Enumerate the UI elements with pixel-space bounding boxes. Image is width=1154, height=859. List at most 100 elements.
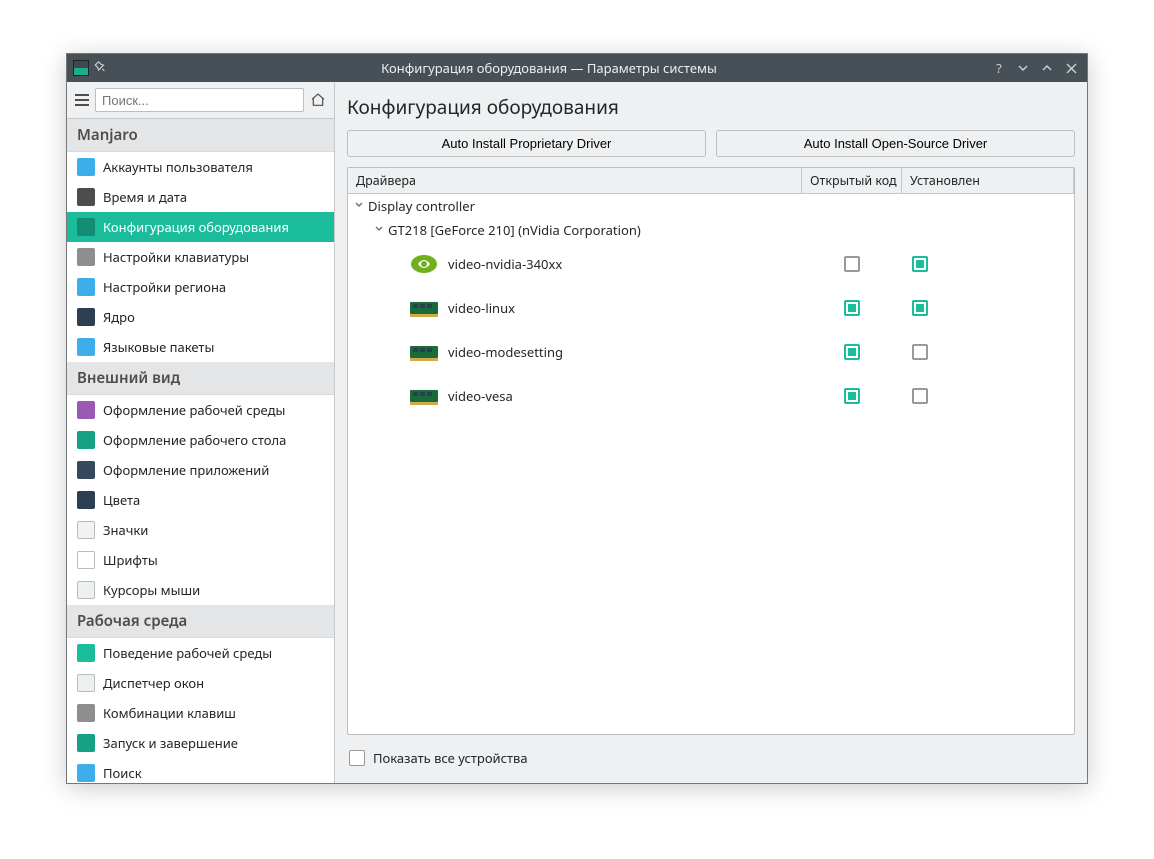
nav-item-label: Комбинации клавиш (103, 704, 236, 722)
nav-item-label: Значки (103, 521, 148, 539)
driver-name: video-modesetting (448, 343, 563, 361)
checkbox[interactable] (844, 300, 860, 316)
category-header: Рабочая среда (67, 605, 334, 638)
tree-root-label[interactable]: Display controller (368, 197, 475, 215)
checkbox[interactable] (912, 256, 928, 272)
nav-item[interactable]: Оформление рабочей среды (67, 395, 334, 425)
nav-item[interactable]: Языковые пакеты (67, 332, 334, 362)
nav-item-label: Аккаунты пользователя (103, 158, 253, 176)
nav-item-icon (77, 461, 95, 479)
nav-item[interactable]: Диспетчер окон (67, 668, 334, 698)
home-icon[interactable] (308, 90, 328, 110)
install-opensource-button[interactable]: Auto Install Open-Source Driver (716, 130, 1075, 157)
category-header: Manjaro (67, 119, 334, 152)
nav-item-icon (77, 431, 95, 449)
nav-item-label: Поиск (103, 764, 142, 782)
driver-row[interactable]: video-linux (348, 286, 1074, 330)
nav-item[interactable]: Настройки региона (67, 272, 334, 302)
col-open[interactable]: Открытый код (802, 168, 902, 193)
help-button[interactable]: ? (989, 58, 1009, 78)
nav-item-label: Шрифты (103, 551, 158, 569)
nav-item-icon (77, 734, 95, 752)
nav-item-icon (77, 581, 95, 599)
nav-item-icon (77, 764, 95, 782)
pin-icon[interactable] (90, 56, 113, 79)
col-driver[interactable]: Драйвера (348, 168, 802, 193)
search-input[interactable] (95, 88, 304, 112)
nav-item-icon (77, 278, 95, 296)
nav-item-label: Поведение рабочей среды (103, 644, 272, 662)
nav-item[interactable]: Комбинации клавиш (67, 698, 334, 728)
nav-item-icon (77, 338, 95, 356)
show-all-row: Показать все устройства (347, 745, 1075, 771)
nav-item-icon (77, 248, 95, 266)
page-title: Конфигурация оборудования (347, 94, 1075, 120)
chevron-down-icon[interactable] (352, 199, 366, 213)
nav-item[interactable]: Настройки клавиатуры (67, 242, 334, 272)
nav-item[interactable]: Ядро (67, 302, 334, 332)
main-panel: Конфигурация оборудования Auto Install P… (335, 82, 1087, 783)
nav-item-label: Оформление рабочей среды (103, 401, 285, 419)
drivers-table: Драйвера Открытый код Установлен Display… (347, 167, 1075, 735)
nav-item[interactable]: Аккаунты пользователя (67, 152, 334, 182)
device-label[interactable]: GT218 [GeForce 210] (nVidia Corporation) (388, 221, 641, 239)
nav-item[interactable]: Поведение рабочей среды (67, 638, 334, 668)
nav-item[interactable]: Значки (67, 515, 334, 545)
driver-name: video-nvidia-340xx (448, 255, 562, 273)
nav-item[interactable]: Шрифты (67, 545, 334, 575)
nav-item-label: Языковые пакеты (103, 338, 214, 356)
nav-item[interactable]: Оформление рабочего стола (67, 425, 334, 455)
nav-item-icon (77, 401, 95, 419)
nav-item[interactable]: Поиск (67, 758, 334, 783)
nav-list: Manjaro Аккаунты пользователя Время и дата… (67, 119, 334, 783)
close-button[interactable] (1061, 58, 1081, 78)
nav-item-label: Время и дата (103, 188, 187, 206)
driver-icon (408, 340, 440, 364)
maximize-button[interactable] (1037, 58, 1057, 78)
nav-item[interactable]: Время и дата (67, 182, 334, 212)
nav-item-icon (77, 308, 95, 326)
checkbox[interactable] (912, 300, 928, 316)
nav-item[interactable]: Курсоры мыши (67, 575, 334, 605)
chevron-down-icon[interactable] (372, 223, 386, 237)
nav-item[interactable]: Оформление приложений (67, 455, 334, 485)
checkbox[interactable] (844, 256, 860, 272)
nav-item-label: Настройки клавиатуры (103, 248, 249, 266)
col-installed[interactable]: Установлен (902, 168, 1074, 193)
nav-item-icon (77, 491, 95, 509)
driver-row[interactable]: video-vesa (348, 374, 1074, 418)
show-all-checkbox[interactable] (349, 750, 365, 766)
category-header: Внешний вид (67, 362, 334, 395)
install-proprietary-button[interactable]: Auto Install Proprietary Driver (347, 130, 706, 157)
nav-item-label: Цвета (103, 491, 140, 509)
checkbox[interactable] (844, 388, 860, 404)
nav-item-label: Ядро (103, 308, 135, 326)
titlebar: Конфигурация оборудования — Параметры си… (67, 54, 1087, 82)
nav-item[interactable]: Цвета (67, 485, 334, 515)
checkbox[interactable] (912, 344, 928, 360)
driver-row[interactable]: video-nvidia-340xx (348, 242, 1074, 286)
nav-item-icon (77, 674, 95, 692)
nav-item-icon (77, 188, 95, 206)
nav-item-icon (77, 704, 95, 722)
nav-item[interactable]: Конфигурация оборудования (67, 212, 334, 242)
checkbox[interactable] (912, 388, 928, 404)
nav-item-icon (77, 218, 95, 236)
sidebar-toolbar (67, 82, 334, 119)
minimize-button[interactable] (1013, 58, 1033, 78)
checkbox[interactable] (844, 344, 860, 360)
nav-item-label: Конфигурация оборудования (103, 218, 289, 236)
nav-item-label: Диспетчер окон (103, 674, 204, 692)
nav-item-label: Запуск и завершение (103, 734, 238, 752)
nav-item-label: Настройки региона (103, 278, 226, 296)
driver-row[interactable]: video-modesetting (348, 330, 1074, 374)
table-header: Драйвера Открытый код Установлен (348, 168, 1074, 194)
nav-item-icon (77, 551, 95, 569)
window-title: Конфигурация оборудования — Параметры си… (113, 59, 985, 77)
menu-icon[interactable] (73, 92, 91, 108)
nav-item[interactable]: Запуск и завершение (67, 728, 334, 758)
show-all-label: Показать все устройства (373, 749, 528, 767)
table-body: Display controller GT218 [GeForce 210] (n… (348, 194, 1074, 734)
nav-item-icon (77, 521, 95, 539)
app-icon (73, 60, 89, 76)
